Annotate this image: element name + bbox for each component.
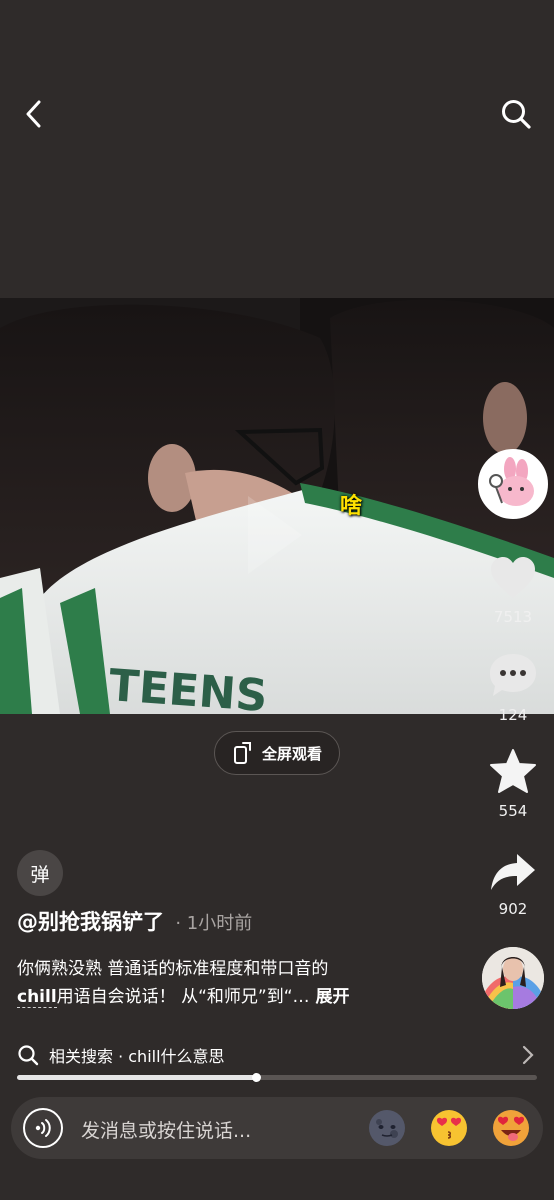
danmaku-label: 弹	[30, 863, 50, 886]
search-icon	[502, 100, 531, 129]
search-button[interactable]	[496, 90, 536, 138]
fullscreen-label: 全屏观看	[261, 744, 322, 763]
music-author-avatar[interactable]	[482, 947, 544, 1009]
favorite-button[interactable]: 554	[478, 748, 548, 820]
author-portrait-image	[482, 947, 544, 1009]
moon-face-emoji-icon[interactable]	[367, 1108, 407, 1148]
like-count: 7513	[493, 608, 533, 626]
chevron-right-icon	[522, 1045, 534, 1065]
star-icon	[490, 749, 536, 793]
bunny-avatar-image	[480, 451, 546, 517]
share-button[interactable]: 902	[478, 852, 548, 918]
author-name[interactable]: @别抢我锅铲了	[17, 910, 164, 934]
comment-button[interactable]: 124	[478, 652, 548, 724]
expand-button[interactable]: 展开	[316, 987, 350, 1007]
video-progress-bar[interactable]	[17, 1073, 537, 1082]
post-time: · 1小时前	[175, 913, 253, 934]
related-search-bar[interactable]: 相关搜索 · chill什么意思	[17, 1040, 537, 1070]
sound-wave-icon	[35, 1119, 51, 1137]
back-button[interactable]	[14, 90, 54, 138]
post-description: 你俩熟没熟 普通话的标准程度和带口音的 chill用语自会说话！ 从“和师兄”到…	[17, 955, 467, 1011]
comment-bubble-icon	[490, 654, 536, 696]
rotate-screen-icon	[233, 742, 251, 764]
progress-fill	[17, 1075, 257, 1080]
message-composer: 发消息或按住说话...	[11, 1097, 543, 1159]
chevron-left-icon	[26, 100, 41, 128]
heart-eyes-kiss-emoji-icon[interactable]	[429, 1108, 469, 1148]
heart-eyes-tongue-emoji-icon[interactable]	[491, 1108, 531, 1148]
desc-line-1: 你俩熟没熟 普通话的标准程度和带口音的	[17, 959, 329, 979]
voice-input-button[interactable]	[23, 1108, 63, 1148]
post-author-line: @别抢我锅铲了 · 1小时前	[17, 906, 252, 936]
creator-avatar[interactable]	[478, 449, 548, 519]
like-button[interactable]: 7513	[478, 556, 548, 626]
message-input[interactable]: 发消息或按住说话...	[81, 1116, 251, 1143]
share-count: 902	[498, 900, 528, 918]
favorite-count: 554	[498, 802, 528, 820]
heart-icon	[491, 557, 535, 598]
desc-line-2: chill用语自会说话！ 从“和师兄”到“… 展开	[17, 983, 467, 1011]
share-arrow-icon	[491, 854, 535, 890]
play-overlay-icon	[248, 496, 302, 574]
fullscreen-button[interactable]: 全屏观看	[214, 731, 340, 775]
search-icon	[18, 1045, 39, 1066]
video-feed-screen: TEENS 啥 全屏观看 7513 124 554 902 弹 @别抢我锅铲了 …	[0, 0, 554, 1200]
progress-thumb[interactable]	[252, 1073, 262, 1082]
related-search-label: 相关搜索 · chill什么意思	[49, 1047, 225, 1066]
danmaku-toggle-button[interactable]: 弹	[17, 850, 63, 896]
comment-count: 124	[498, 706, 528, 724]
chill-keyword-link[interactable]: chill	[17, 987, 57, 1008]
top-bar	[0, 90, 554, 138]
desc-line-2-text: 用语自会说话！ 从“和师兄”到“…	[56, 987, 310, 1007]
video-caption: 啥	[340, 494, 363, 519]
